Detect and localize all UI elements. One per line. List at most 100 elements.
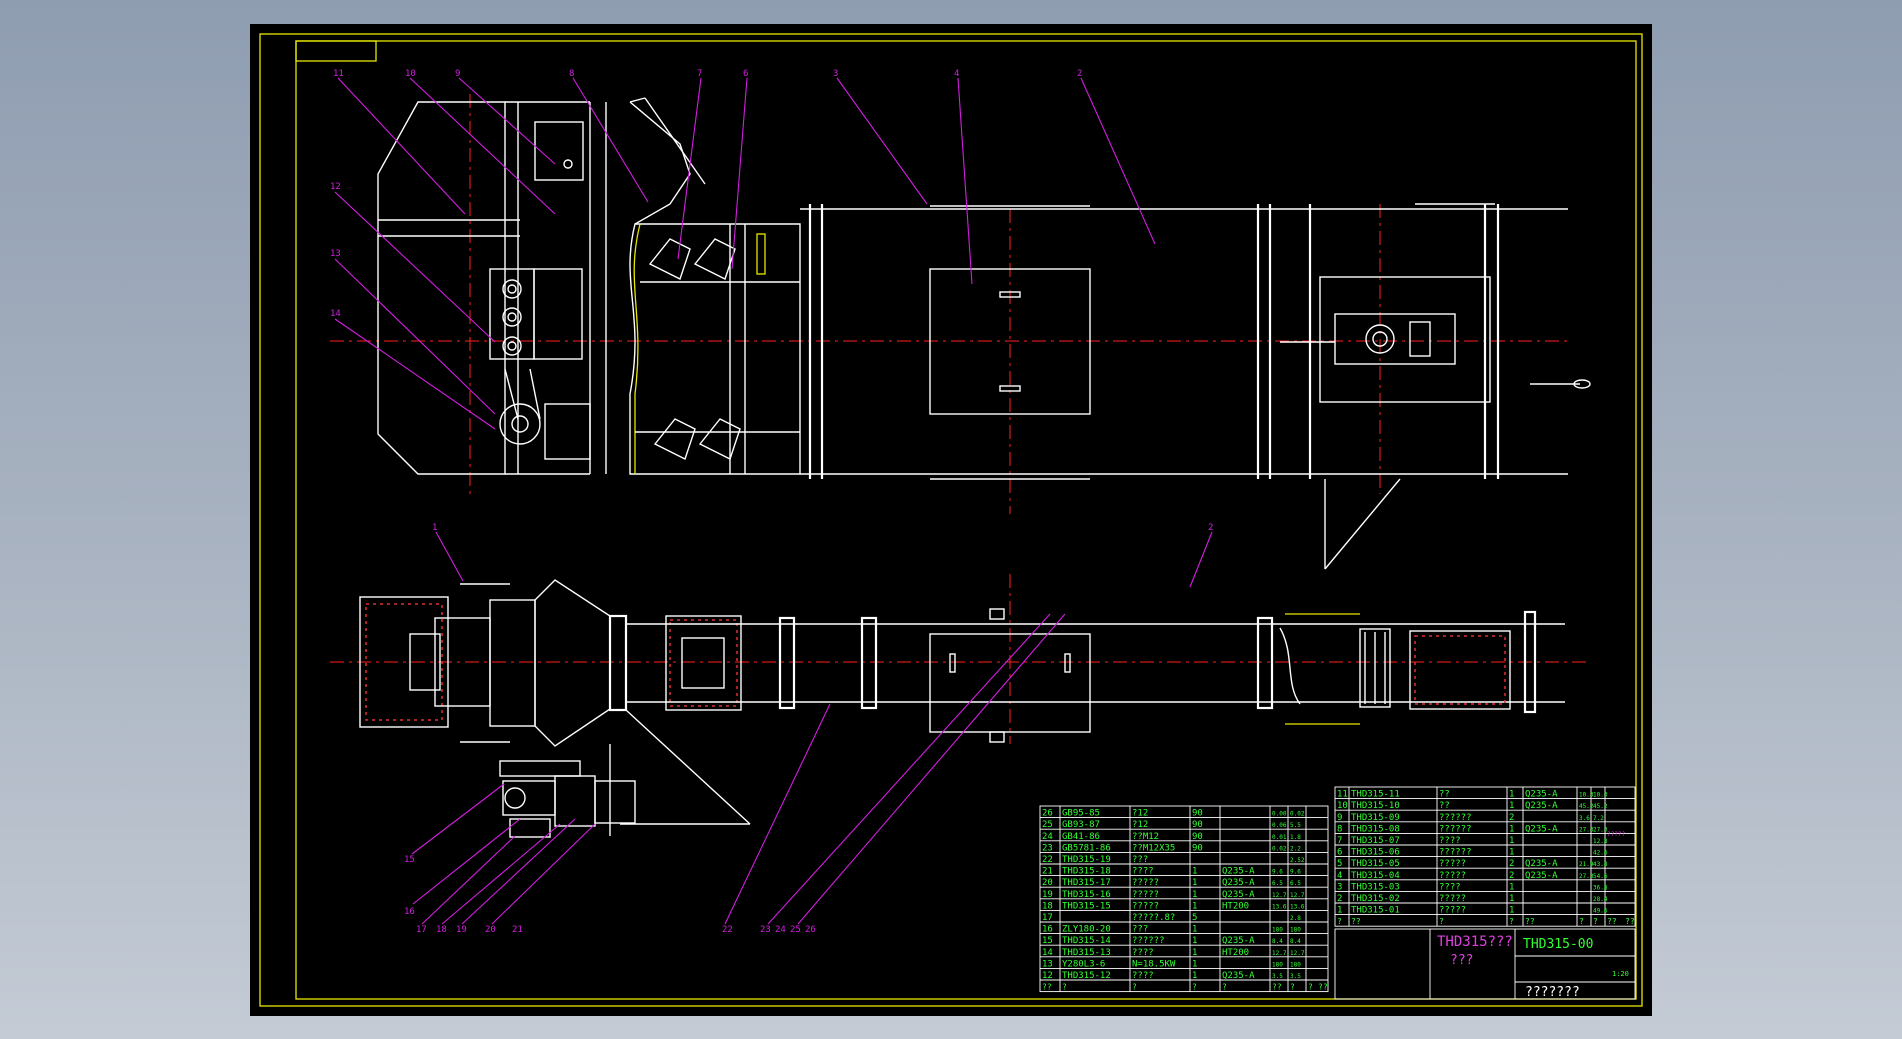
bom-left-cell-w1: 3.5 xyxy=(1272,973,1283,980)
bom-left-cell-code: GB5781-86 xyxy=(1062,843,1111,853)
callout-10: 10 xyxy=(405,69,416,79)
bom-right-header-cell: ?? xyxy=(1351,917,1361,926)
bom-left-cell-code: THD315-14 xyxy=(1062,936,1111,946)
bom-right-cell-qty: 1 xyxy=(1509,848,1514,858)
bom-right-cell-qty: 1 xyxy=(1509,906,1514,916)
bom-left-cell-qty: 1 xyxy=(1192,948,1197,958)
bom-left-cell-no: 21 xyxy=(1042,867,1053,877)
bom-right-cell-name: ???? xyxy=(1439,836,1461,846)
bom-left-cell-mat: Q235-A xyxy=(1222,878,1255,888)
bom-left-cell-name: ??M12X35 xyxy=(1132,843,1175,853)
bom-left-cell-w1: 0.06 xyxy=(1272,822,1287,829)
tail-take-up xyxy=(1319,276,1491,403)
bom-right-cell-mat: Q235-A xyxy=(1525,801,1558,811)
drive-motor xyxy=(499,403,541,445)
bom-left-cell-mat: Q235-A xyxy=(1222,867,1255,877)
bom-left-cell-qty: 1 xyxy=(1192,925,1197,935)
bom-right-cell-mat: Q235-A xyxy=(1525,859,1558,869)
gear-reducer xyxy=(489,268,535,360)
bom-right-cell-code: THD315-08 xyxy=(1351,824,1400,834)
bom-left-cell-code: THD315-18 xyxy=(1062,867,1111,877)
bom-right-row: 5 THD315-05????? 2 Q235-A 21.9 43.8 xyxy=(1337,859,1608,869)
bom-right-cell-w2: 49.6 xyxy=(1593,908,1608,915)
bom-right-cell-w1: 10.3 xyxy=(1579,792,1594,799)
bom-left-cell-name: ??? xyxy=(1132,855,1148,865)
callout-23: 23 xyxy=(760,925,771,935)
callout-11: 11 xyxy=(333,69,344,79)
bom-left-cell-code: THD315-19 xyxy=(1062,855,1111,865)
bom-left-cell-mat: Q235-A xyxy=(1222,936,1255,946)
bom-right-row: 8 THD315-08?????? 1 Q235-A 27.3 27.3 xyxy=(1337,824,1608,834)
bom-left-row: 15 THD315-14?????? 1 Q235-A 8.4 8.4 xyxy=(1042,936,1301,946)
plan-view xyxy=(330,574,1590,838)
bom-left-cell-qty: 1 xyxy=(1192,867,1197,877)
drawing-canvas: 11 10 9 8 7 6 3 4 2 12 13 14 1 2 15 16 1… xyxy=(259,33,1643,1007)
bom-left-cell-w1: 0.02 xyxy=(1272,845,1287,852)
drawing-number: THD315-00 xyxy=(1523,937,1593,952)
bom-left-header-cell: ?? xyxy=(1318,983,1328,992)
callout-13: 13 xyxy=(330,249,341,259)
bom-right-header-cell: ? xyxy=(1439,917,1444,926)
bom-left-row: 14 THD315-13???? 1 HT200 12.7 12.7 xyxy=(1042,948,1305,958)
bom-left-row: 26 GB95-85 ?12 90 0.00 0.02 xyxy=(1042,809,1305,819)
callout-8: 8 xyxy=(569,69,574,79)
bom-right-cell-w1: 45.2 xyxy=(1579,803,1594,810)
motor-plan xyxy=(502,780,556,816)
bom-right-cell-w2: 54.6 xyxy=(1593,873,1608,880)
bom-right-cell-w2: 36.8 xyxy=(1593,884,1608,891)
bom-right-cell-code: THD315-03 xyxy=(1351,882,1400,892)
bom-right-cell-qty: 1 xyxy=(1509,882,1514,892)
bom-right-cell-no: 5 xyxy=(1337,859,1342,869)
bom-left-cell-no: 15 xyxy=(1042,936,1053,946)
bom-left-header-cell: ?? xyxy=(1272,983,1282,992)
bom-right-row: 11 THD315-11?? 1 Q235-A 10.3 10.3 xyxy=(1337,790,1608,800)
bom-right-cell-qty: 1 xyxy=(1509,801,1514,811)
bom-left-cell-name: ?12 xyxy=(1132,809,1148,819)
bom-right-cell-w2: 27.3 xyxy=(1593,826,1608,833)
callout-24: 24 xyxy=(775,925,786,935)
bom-right-cell-w2: 42.6 xyxy=(1593,850,1608,857)
bom-left-cell-name: ????? xyxy=(1132,890,1159,900)
bom-left-header-cell: ? xyxy=(1192,983,1197,992)
bom-right-cell-mat: Q235-A xyxy=(1525,790,1558,800)
bom-left-cell-w2: 5.5 xyxy=(1290,822,1301,829)
bom-left-cell-w2: 6.5 xyxy=(1290,880,1301,887)
bom-left-cell-name: ??M12 xyxy=(1132,832,1159,842)
callout-9: 9 xyxy=(455,69,460,79)
bom-left-cell-w1: 6.5 xyxy=(1272,880,1283,887)
bom-right-cell-code: THD315-02 xyxy=(1351,894,1400,904)
bom-right-cell-no: 8 xyxy=(1337,824,1342,834)
bom-left-header-cell: ? xyxy=(1308,983,1313,992)
bom-right-cell-no: 2 xyxy=(1337,894,1342,904)
bom-right-cell-name: ?????? xyxy=(1439,848,1472,858)
bom-left-header-cell: ? xyxy=(1222,983,1227,992)
bom-left-cell-no: 19 xyxy=(1042,890,1053,900)
bom-right-cell-mat: Q235-A xyxy=(1525,871,1558,881)
bom-left-header-cell: ? xyxy=(1062,983,1067,992)
corner-code-box xyxy=(295,40,377,62)
callout-20: 20 xyxy=(485,925,496,935)
bom-left-cell-no: 26 xyxy=(1042,809,1053,819)
callout-6: 6 xyxy=(743,69,748,79)
callout-21: 21 xyxy=(512,925,523,935)
bom-right-cell-w2: 7.2 xyxy=(1593,815,1604,822)
bom-left-cell-qty: 5 xyxy=(1192,913,1197,923)
bom-left-cell-code: THD315-17 xyxy=(1062,878,1111,888)
bom-left-row: 19 THD315-16????? 1 Q235-A 12.7 12.7 xyxy=(1042,890,1305,900)
bom-right-header-cell: ?? xyxy=(1607,917,1617,926)
bom-left-cell-w1: 8.4 xyxy=(1272,938,1283,945)
bom-right-row: 1 THD315-01????? 1 49.6 xyxy=(1337,906,1608,916)
bom-left-cell-qty: 90 xyxy=(1192,820,1203,830)
bom-left-row: 13 Y280L3-6 N=18.5KW 1 180 180 xyxy=(1042,959,1301,969)
callout-2-top: 2 xyxy=(1077,69,1082,79)
callout-26: 26 xyxy=(805,925,816,935)
bom-right-cell-no: 9 xyxy=(1337,813,1342,823)
bom-left-cell-no: 25 xyxy=(1042,820,1053,830)
bom-right-row: 4 THD315-04????? 2 Q235-A 27.3 54.6 xyxy=(1337,871,1608,881)
bom-right-cell-qty: 1 xyxy=(1509,790,1514,800)
bom-note: ????? xyxy=(1607,831,1625,838)
bom-right-cell-name: ????? xyxy=(1439,894,1466,904)
bom-right-cell-no: 11 xyxy=(1337,790,1348,800)
bom-right-cell-qty: 1 xyxy=(1509,894,1514,904)
bom-left-cell-name: ???? xyxy=(1132,971,1154,981)
